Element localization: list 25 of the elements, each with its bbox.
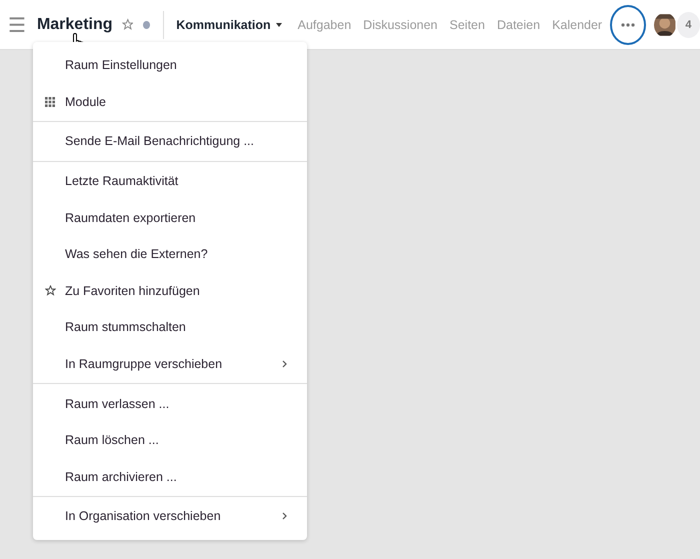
member-count[interactable]: 4 bbox=[676, 12, 700, 38]
grid-icon bbox=[45, 96, 55, 107]
status-dot bbox=[143, 20, 150, 28]
menu-icon[interactable]: ☰ bbox=[8, 14, 26, 34]
menu-item[interactable]: Raum löschen ... bbox=[33, 422, 307, 459]
menu-item[interactable]: Raum stummschalten bbox=[33, 309, 307, 346]
menu-item[interactable]: In Raumgruppe verschieben bbox=[33, 346, 307, 382]
nav-tab[interactable]: Kommunikation bbox=[176, 18, 282, 32]
star-icon bbox=[45, 285, 56, 296]
menu-item[interactable]: Module bbox=[33, 84, 307, 120]
menu-item[interactable]: Raumdaten exportieren bbox=[33, 199, 307, 236]
avatar[interactable] bbox=[654, 12, 676, 36]
star-icon[interactable] bbox=[122, 18, 134, 31]
more-icon bbox=[621, 22, 636, 26]
menu-item[interactable]: Letzte Raumaktivität bbox=[33, 162, 307, 200]
menu-item[interactable]: Raum verlassen ... bbox=[33, 385, 307, 422]
menu-item[interactable]: Raum Einstellungen bbox=[33, 47, 307, 84]
more-button[interactable] bbox=[610, 4, 646, 44]
menu-item[interactable]: In Organisation verschieben bbox=[33, 498, 307, 535]
menu-item[interactable]: Zu Favoriten hinzufügen bbox=[33, 272, 307, 310]
caret-icon bbox=[276, 22, 282, 26]
room-title: Marketing bbox=[36, 16, 113, 34]
menu-item[interactable]: Was sehen die Externen? bbox=[33, 236, 307, 273]
menu-item[interactable]: Raum archivieren ... bbox=[33, 458, 307, 496]
menu-item[interactable]: Sende E-Mail Benachrichtigung ... bbox=[33, 123, 307, 160]
